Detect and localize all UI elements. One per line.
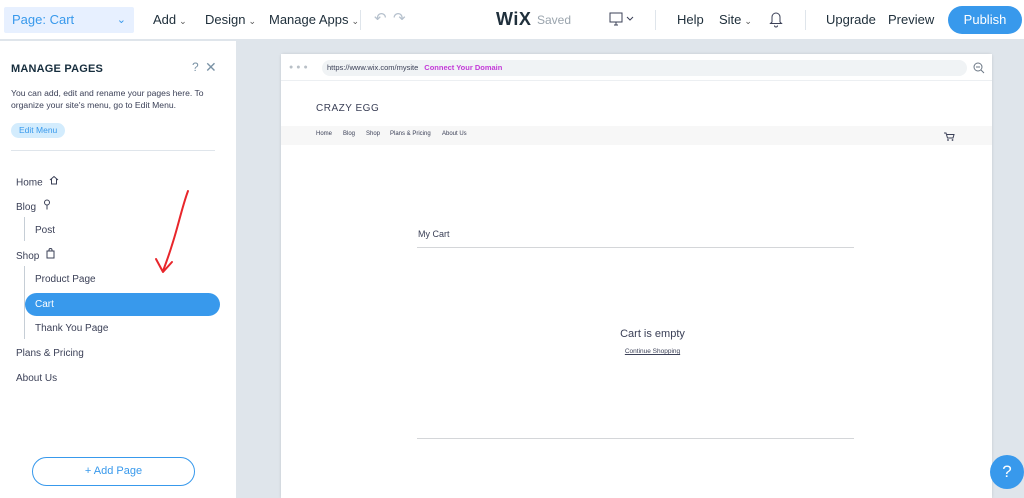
page-item-label: Blog xyxy=(16,202,37,214)
cart-empty-message: Cart is empty xyxy=(620,328,685,340)
chevron-down-icon: ⌄ xyxy=(179,16,187,26)
page-item-about-us[interactable]: About Us xyxy=(16,371,57,387)
add-menu[interactable]: Add ⌄ xyxy=(153,12,187,27)
cart-icon[interactable] xyxy=(943,131,955,144)
manage-apps-menu[interactable]: Manage Apps ⌄ xyxy=(269,12,359,27)
site-menu-label: Site xyxy=(719,12,742,27)
toolbar-divider xyxy=(360,10,361,30)
page-item-post[interactable]: Post xyxy=(35,223,55,239)
annotation-arrow-icon xyxy=(155,190,189,273)
page-item-label: Cart xyxy=(35,299,54,310)
edit-menu-button[interactable]: Edit Menu xyxy=(11,123,66,138)
panel-divider xyxy=(11,150,215,151)
page-selector-dropdown[interactable]: Page: Cart ⌄ xyxy=(4,7,134,33)
site-nav-home[interactable]: Home xyxy=(316,131,332,137)
page-item-label: Shop xyxy=(16,251,40,263)
chevron-down-icon: ⌄ xyxy=(248,16,257,26)
panel-title: MANAGE PAGES xyxy=(11,63,104,75)
page-item-product-page[interactable]: Product Page xyxy=(35,272,96,288)
bell-icon xyxy=(769,12,783,28)
page-item-home[interactable]: Home xyxy=(16,175,59,191)
panel-description: You can add, edit and rename your pages … xyxy=(11,88,204,110)
connect-domain-link[interactable]: Connect Your Domain xyxy=(424,63,502,72)
chevron-down-icon: ⌄ xyxy=(744,16,752,26)
help-bubble-button[interactable]: ? xyxy=(990,455,1024,489)
design-menu-label: Design xyxy=(205,12,246,27)
cart-divider xyxy=(417,438,854,439)
wix-logo: WiX xyxy=(496,9,532,29)
site-navigation: Home Blog Shop Plans & Pricing About Us xyxy=(281,126,992,145)
zoom-out-icon[interactable] xyxy=(973,61,985,79)
add-page-button[interactable]: + Add Page xyxy=(32,457,195,486)
page-item-label: Thank You Page xyxy=(35,323,109,334)
window-dots-icon: ●●● xyxy=(289,64,311,71)
page-item-label: About Us xyxy=(16,373,58,384)
save-status: Saved xyxy=(537,13,572,27)
upgrade-button[interactable]: Upgrade xyxy=(826,12,876,27)
page-item-label: Product Page xyxy=(35,274,96,285)
device-switcher[interactable] xyxy=(608,11,638,29)
cart-heading: My Cart xyxy=(418,229,450,239)
site-nav-about-us[interactable]: About Us xyxy=(442,131,467,137)
tree-connector xyxy=(24,217,25,241)
preview-button[interactable]: Preview xyxy=(888,12,934,27)
blog-pin-icon xyxy=(43,199,51,216)
editor-top-bar: Page: Cart ⌄ Add ⌄ Design ⌄ Manage Apps ⌄ ↶… xyxy=(0,0,1024,40)
site-nav-blog[interactable]: Blog xyxy=(343,131,355,137)
help-icon[interactable]: ? xyxy=(192,60,199,74)
close-icon[interactable]: ✕ xyxy=(205,59,217,76)
design-menu[interactable]: Design ⌄ xyxy=(205,12,256,27)
manage-pages-panel: MANAGE PAGES ? ✕ You can add, edit and r… xyxy=(0,41,236,498)
browser-address-bar: ●●● https://www.wix.com/mysite Connect Yo… xyxy=(281,54,992,81)
site-nav-plans-pricing[interactable]: Plans & Pricing xyxy=(390,131,431,137)
desktop-icon xyxy=(609,12,634,26)
publish-button[interactable]: Publish xyxy=(948,6,1022,34)
site-menu[interactable]: Site ⌄ xyxy=(719,12,752,27)
page-item-plans-pricing[interactable]: Plans & Pricing xyxy=(16,346,84,362)
shop-bag-icon xyxy=(46,248,55,265)
page-item-cart[interactable]: Cart xyxy=(25,293,220,316)
cart-divider xyxy=(417,247,854,248)
chevron-down-icon: ⌄ xyxy=(116,14,126,26)
page-item-blog[interactable]: Blog xyxy=(16,199,51,215)
site-preview-window: ●●● https://www.wix.com/mysite Connect Yo… xyxy=(281,54,992,498)
site-title[interactable]: CRAZY EGG xyxy=(316,103,379,114)
site-url: https://www.wix.com/mysite xyxy=(327,63,419,72)
toolbar-divider xyxy=(655,10,656,30)
page-item-shop[interactable]: Shop xyxy=(16,248,55,264)
add-menu-label: Add xyxy=(153,12,177,27)
redo-icon[interactable]: ↷ xyxy=(393,9,406,27)
undo-icon[interactable]: ↶ xyxy=(374,9,387,27)
manage-apps-menu-label: Manage Apps xyxy=(269,12,349,27)
toolbar-divider xyxy=(805,10,806,30)
page-selector-label: Page: Cart xyxy=(12,12,75,27)
home-icon xyxy=(49,175,59,191)
continue-shopping-link[interactable]: Continue Shopping xyxy=(281,348,992,355)
url-field: https://www.wix.com/mysite Connect Your D… xyxy=(322,60,967,76)
help-menu[interactable]: Help xyxy=(677,12,704,27)
page-item-label: Plans & Pricing xyxy=(16,348,84,359)
chevron-down-icon: ⌄ xyxy=(351,16,360,26)
page-item-label: Post xyxy=(35,225,56,236)
page-item-label: Home xyxy=(16,177,43,189)
site-nav-shop[interactable]: Shop xyxy=(366,131,380,137)
page-item-thank-you-page[interactable]: Thank You Page xyxy=(35,321,108,337)
notifications-button[interactable] xyxy=(769,10,783,33)
